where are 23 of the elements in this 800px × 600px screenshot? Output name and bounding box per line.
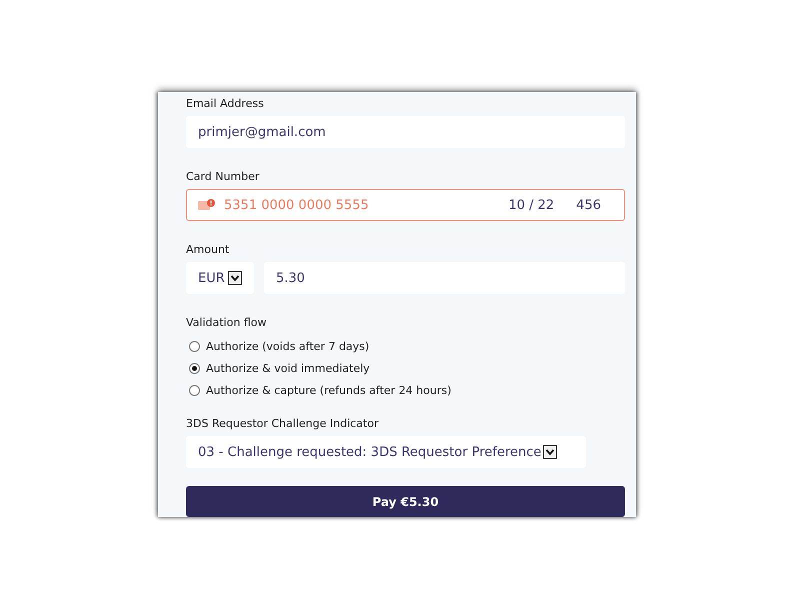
challenge-select[interactable]: 03 - Challenge requested: 3DS Requestor Preference (186, 436, 586, 468)
radio-button[interactable] (189, 340, 200, 352)
field-label: Amount (186, 243, 230, 256)
field-label: Card Number (186, 170, 260, 183)
radio-button[interactable] (189, 362, 200, 374)
dropdown-caret-icon[interactable] (543, 445, 558, 459)
radio-label: Authorize & void immediately (206, 362, 370, 374)
card-error-icon (198, 199, 216, 211)
amount-field[interactable]: 5.30 (264, 262, 625, 294)
currency-select[interactable]: EUR (186, 262, 254, 294)
dropdown-caret-icon[interactable] (228, 271, 242, 285)
radio-label: Authorize (voids after 7 days) (206, 340, 370, 352)
email-field[interactable]: primjer@gmail.com (186, 116, 625, 148)
radio-label: Authorize & capture (refunds after 24 hours) (206, 384, 452, 396)
field-label: Email Address (186, 97, 265, 110)
card-number-text: 5351 0000 0000 5555 (224, 198, 369, 212)
card-number-field[interactable]: 5351 0000 0000 5555 10 / 22 456 (186, 189, 625, 221)
cvc-text: 456 (576, 198, 601, 212)
field-label: 3DS Requestor Challenge Indicator (186, 417, 380, 430)
radio-button[interactable] (189, 384, 200, 396)
field-label: Validation flow (186, 316, 268, 329)
pay-button[interactable]: Pay €5.30 (186, 486, 625, 517)
expiry-text: 10 / 22 (508, 198, 554, 212)
